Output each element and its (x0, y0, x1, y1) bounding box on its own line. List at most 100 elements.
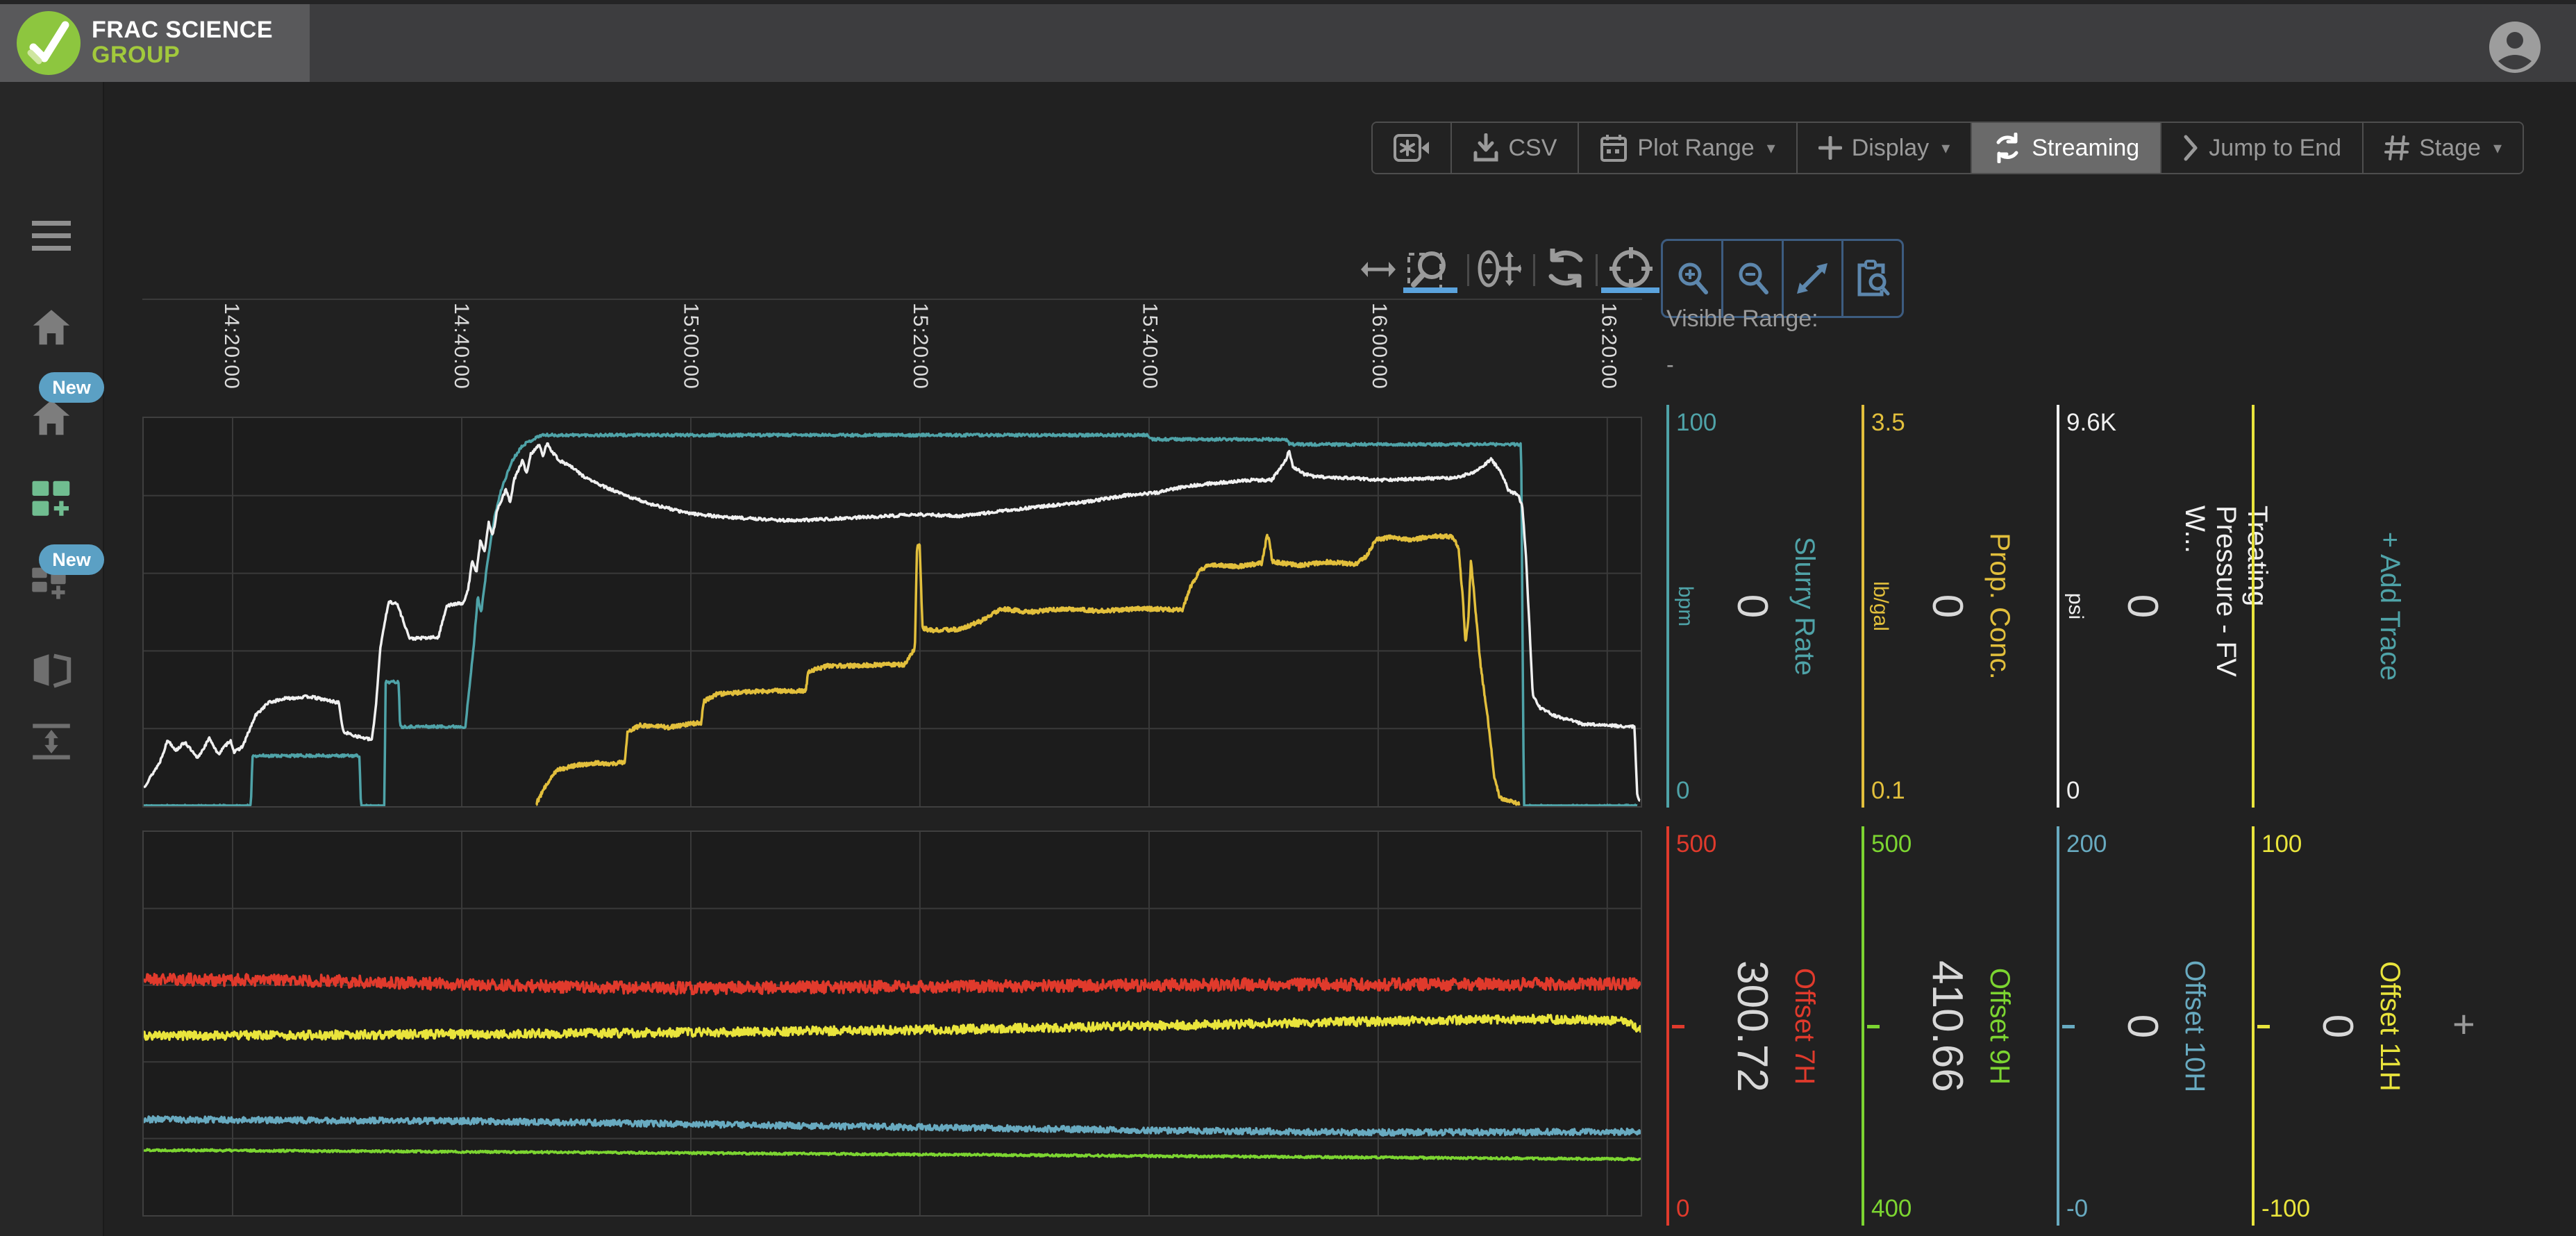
user-avatar-icon (2489, 22, 2541, 73)
sidebar: New New (0, 82, 104, 1236)
hamburger-icon (32, 221, 71, 251)
add-trace-button[interactable]: + Add Trace (2374, 532, 2405, 681)
x-axis-tick-label: 15:00:00 (679, 303, 703, 390)
refresh-cycle-icon (1548, 249, 1583, 287)
axis-mid-tick (2062, 1024, 2075, 1028)
sidebar-item-fit-height[interactable] (31, 722, 72, 764)
visible-range-value: - (1666, 352, 1674, 377)
axis-strip-add-trace: + Add Trace (2252, 405, 2447, 808)
axis-mid-tick (1867, 1024, 1880, 1028)
toolbar-separator (1596, 254, 1598, 286)
sidebar-item-home[interactable] (31, 306, 72, 348)
top-chart-svg (144, 418, 1641, 806)
trace-name-label[interactable]: Slurry Rate (1789, 537, 1820, 676)
zoom-history-button[interactable] (1841, 241, 1902, 316)
x-axis-tick-label: 16:20:00 (1597, 303, 1621, 390)
zoom-box-icon (1407, 251, 1446, 290)
menu-toggle-button[interactable] (31, 218, 72, 260)
axis-max-label: 100 (2261, 830, 2302, 858)
pan-button[interactable] (1478, 249, 1522, 292)
brand-logo: FRAC SCIENCE GROUP (0, 4, 310, 82)
logo-check-icon (17, 11, 81, 75)
user-avatar-button[interactable] (2489, 21, 2541, 74)
axis-mid-tick (1672, 1024, 1684, 1028)
trace-name-label[interactable]: Offset 7H (1789, 967, 1820, 1084)
top-chart-plot-area[interactable] (142, 417, 1642, 808)
sidebar-item-dashboards-active[interactable] (31, 479, 72, 521)
visible-range: Visible Range: - (1666, 306, 1818, 378)
streaming-label: Streaming (2032, 134, 2140, 161)
axis-line (1666, 405, 1669, 808)
axis-min-label: 0 (1676, 1195, 1690, 1222)
plot-range-button[interactable]: Plot Range ▾ (1578, 123, 1796, 173)
layout-new-badge: New (39, 544, 104, 575)
chart-toolbar-divider (142, 299, 1642, 300)
chevron-down-icon: ▾ (2493, 138, 2502, 158)
crosshair-icon (1609, 247, 1653, 290)
trace-name-label[interactable]: Offset 11H (2374, 961, 2405, 1092)
jump-to-end-button[interactable]: Jump to End (2160, 123, 2363, 173)
streaming-toggle-button[interactable]: Streaming (1971, 123, 2161, 173)
x-axis-tick-label: 15:40:00 (1138, 303, 1162, 390)
compare-panels-icon (33, 653, 72, 688)
display-label: Display (1851, 134, 1930, 161)
trace-current-value: 0 (1728, 594, 1776, 619)
trace-name-label[interactable]: Offset 10H (2179, 960, 2210, 1092)
chevron-down-icon: ▾ (1766, 138, 1775, 158)
axis-mid-tick (2257, 1024, 2270, 1028)
chevron-right-icon (2184, 135, 2198, 161)
crosshair-active-underline (1601, 287, 1659, 293)
pan-icon (1478, 250, 1521, 287)
download-icon (1473, 133, 1498, 162)
trace-current-value: 410.66 (1923, 960, 1971, 1092)
stage-label: Stage (2419, 134, 2481, 161)
jump-to-end-label: Jump to End (2209, 134, 2342, 161)
axis-unit-label: psi (2064, 592, 2087, 620)
axis-min-label: -0 (2066, 1195, 2089, 1222)
toolbar-separator (1533, 254, 1535, 286)
axis-strip-offset-9h: 500 400 410.66 Offset 9H (1862, 826, 2057, 1226)
calendar-icon (1600, 135, 1628, 162)
axis-max-label: 500 (1676, 830, 1717, 858)
add-trace-button-bottom[interactable]: + (2452, 1001, 2475, 1046)
trace-current-value: 0 (2118, 1014, 2166, 1038)
trace-current-value: 300.72 (1728, 960, 1776, 1092)
trace-current-value: 0 (1923, 594, 1971, 619)
span-horizontal-button[interactable] (1360, 258, 1397, 284)
sidebar-item-compare[interactable] (31, 651, 72, 692)
axis-max-label: 9.6K (2066, 409, 2116, 436)
bottom-chart-plot-area[interactable] (142, 830, 1642, 1217)
badge-label: New (52, 549, 91, 570)
home-icon (33, 310, 70, 345)
display-button[interactable]: Display ▾ (1796, 123, 1971, 173)
brand-line1: FRAC SCIENCE (92, 17, 274, 44)
replay-button[interactable] (1372, 123, 1450, 173)
bottom-chart-axis-panel: 500 0 300.72 Offset 7H 500 400 410.66 Offset 9H… (1659, 826, 2576, 1226)
autoscale-button[interactable] (1544, 246, 1587, 294)
replay-camera-icon (1393, 134, 1429, 162)
axis-min-label: 0 (1676, 777, 1690, 804)
axis-line (1862, 405, 1864, 808)
sidebar-item-home-new[interactable] (31, 396, 72, 438)
expand-range-button[interactable] (1781, 241, 1842, 316)
stage-button[interactable]: Stage ▾ (2362, 123, 2523, 173)
trace-name-label[interactable]: Offset 9H (1984, 967, 2015, 1084)
trace-name-label[interactable]: Prop. Conc. (1984, 533, 2015, 679)
axis-line (1862, 826, 1864, 1226)
zoom-out-button[interactable] (1721, 241, 1782, 316)
axis-min-label: -100 (2261, 1195, 2311, 1222)
axis-strip-offset-11h: 100 -100 0 Offset 11H (2252, 826, 2447, 1226)
dashboard-add-icon (32, 481, 70, 516)
axis-min-label: 400 (1871, 1195, 1912, 1222)
axis-line (1666, 826, 1669, 1226)
streaming-refresh-icon (1996, 133, 2018, 163)
axis-max-label: 500 (1871, 830, 1912, 858)
toolbar-separator (1467, 254, 1469, 286)
zoom-in-button[interactable] (1663, 241, 1721, 316)
fit-height-icon (33, 724, 70, 760)
csv-export-button[interactable]: CSV (1450, 123, 1578, 173)
clipboard-search-icon (1857, 260, 1890, 297)
x-axis-tick-label: 15:20:00 (908, 303, 932, 390)
top-chart-axis-panel: 100 0 bpm 0 Slurry Rate 3.5 0.1 lb/gal 0 Prop. Co… (1659, 405, 2576, 808)
badge-label: New (52, 376, 91, 398)
